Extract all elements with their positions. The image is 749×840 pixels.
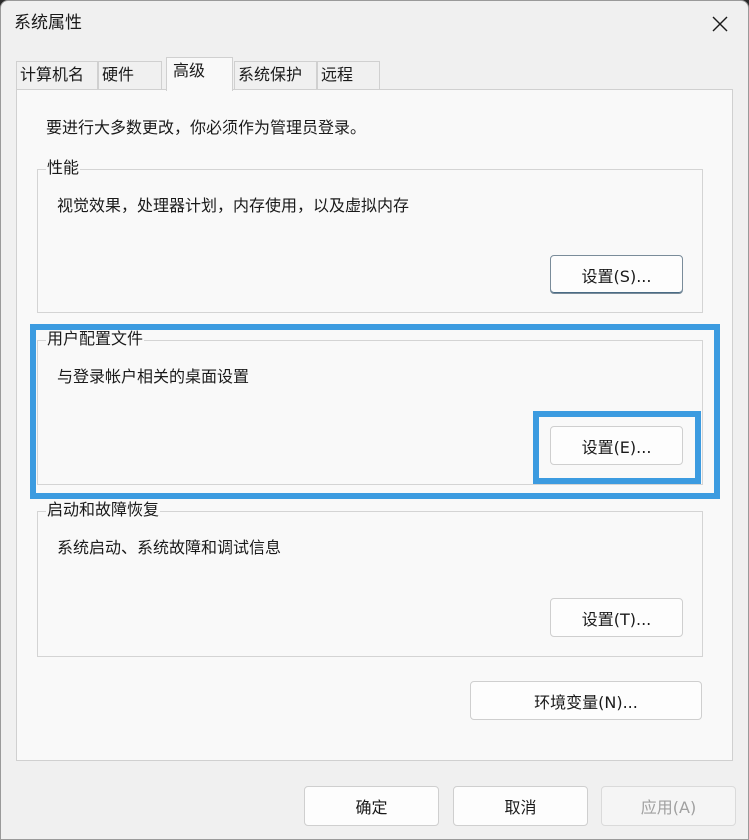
title-bar: 系统属性 — [1, 1, 748, 46]
startup-recovery-settings-button[interactable]: 设置(T)... — [550, 598, 683, 637]
apply-button[interactable]: 应用(A) — [601, 786, 736, 826]
performance-group: 性能 视觉效果，处理器计划，内存使用，以及虚拟内存 设置(S)... — [37, 158, 703, 313]
user-profiles-group-label: 用户配置文件 — [46, 329, 145, 349]
close-icon — [712, 16, 728, 32]
performance-settings-button[interactable]: 设置(S)... — [550, 255, 683, 294]
tab-hardware[interactable]: 硬件 — [98, 61, 162, 89]
user-profiles-description: 与登录帐户相关的桌面设置 — [57, 367, 250, 386]
performance-group-label: 性能 — [46, 158, 81, 178]
admin-notice: 要进行大多数更改，你必须作为管理员登录。 — [46, 118, 367, 137]
ok-button[interactable]: 确定 — [304, 786, 439, 826]
startup-recovery-group-label: 启动和故障恢复 — [46, 500, 161, 520]
system-properties-window: 系统属性 计算机名 硬件 高级 系统保护 远程 要进行大多数更改，你必须作为管理… — [0, 0, 749, 840]
environment-variables-button[interactable]: 环境变量(N)... — [470, 681, 702, 720]
close-button[interactable] — [700, 7, 740, 41]
user-profiles-group: 用户配置文件 与登录帐户相关的桌面设置 设置(E)... — [37, 329, 703, 485]
tab-remote[interactable]: 远程 — [317, 61, 380, 89]
window-title: 系统属性 — [14, 13, 82, 33]
tab-computer-name[interactable]: 计算机名 — [16, 61, 98, 89]
tab-system-protection[interactable]: 系统保护 — [234, 61, 317, 89]
startup-recovery-group: 启动和故障恢复 系统启动、系统故障和调试信息 设置(T)... — [37, 500, 703, 657]
user-profiles-settings-button[interactable]: 设置(E)... — [550, 426, 683, 465]
cancel-button[interactable]: 取消 — [453, 786, 588, 826]
startup-recovery-description: 系统启动、系统故障和调试信息 — [57, 538, 282, 557]
performance-description: 视觉效果，处理器计划，内存使用，以及虚拟内存 — [57, 196, 410, 215]
tab-advanced[interactable]: 高级 — [166, 57, 233, 91]
